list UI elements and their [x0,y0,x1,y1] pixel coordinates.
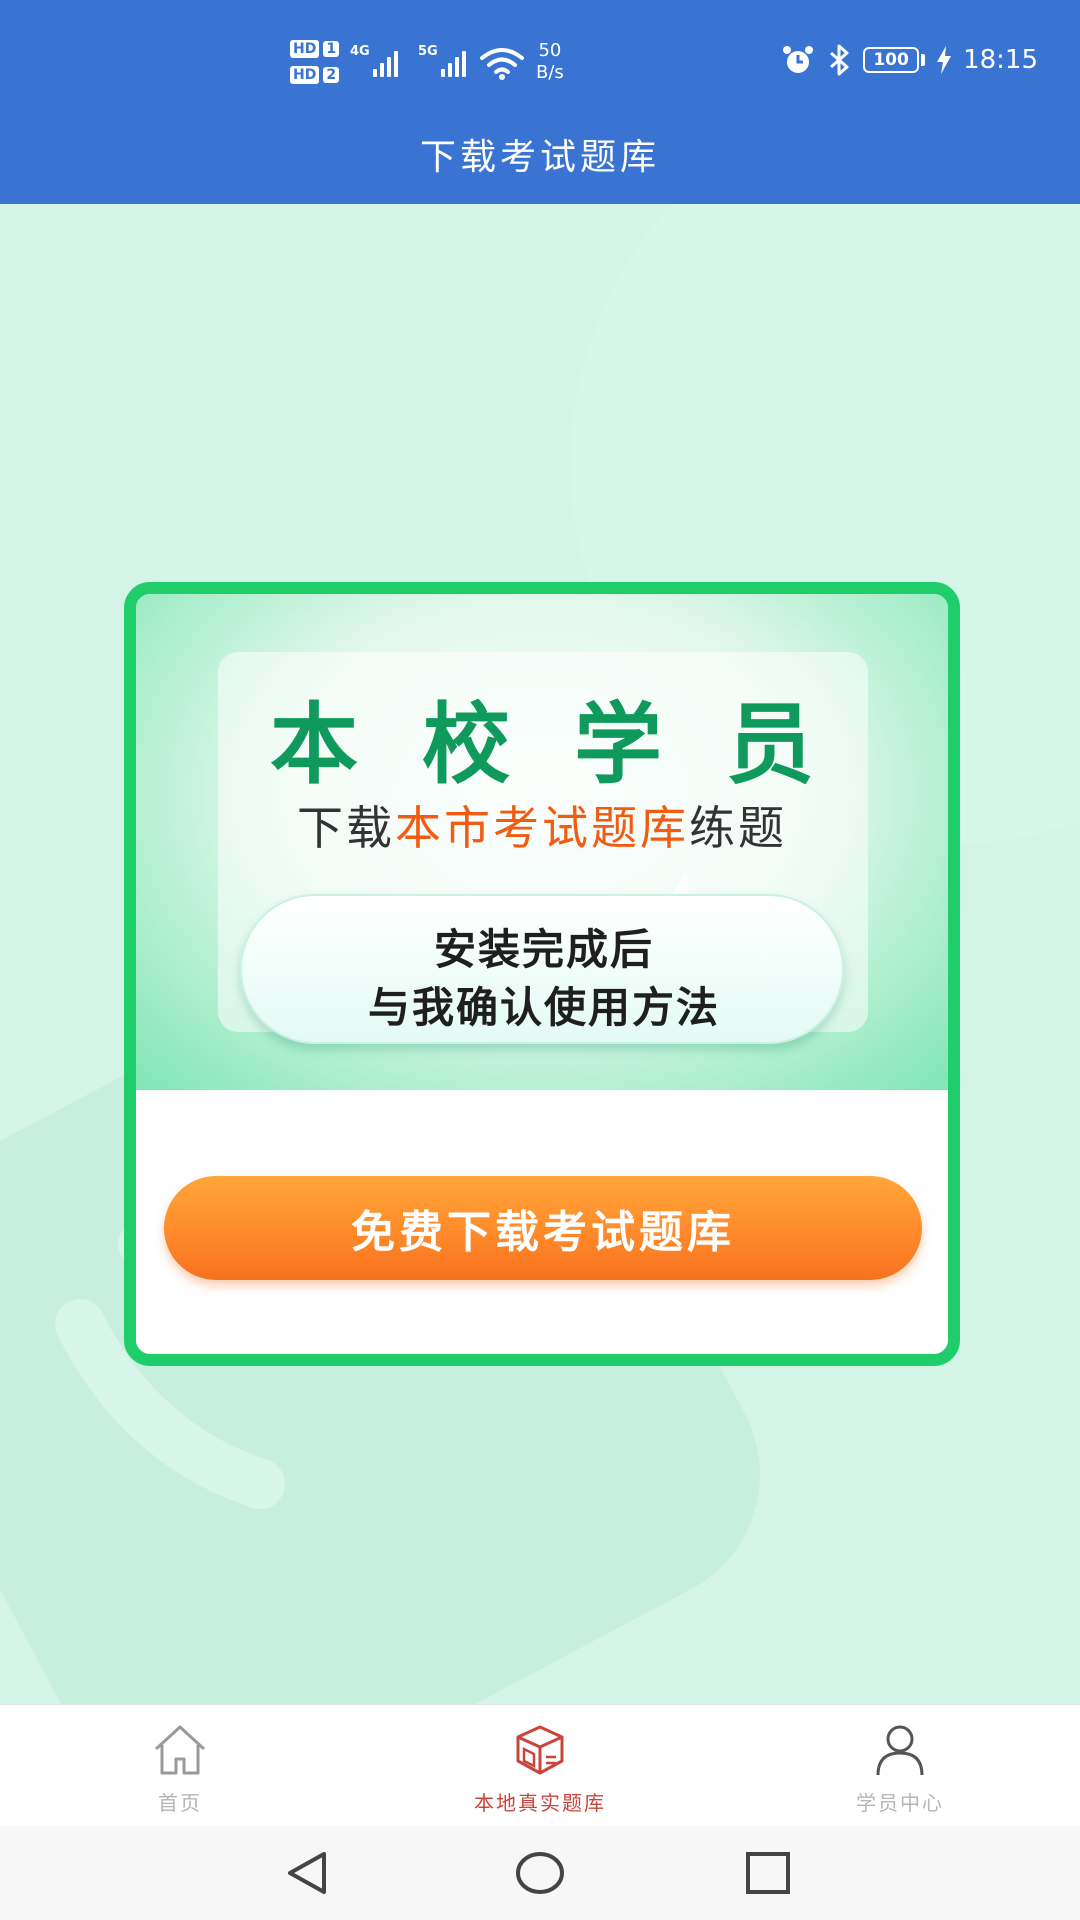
sim-indicators: HD 1 HD 2 [290,40,340,84]
user-icon [876,1725,924,1776]
sim1-indicator: HD 1 [290,40,340,58]
screen: HD 1 HD 2 4G 5G 50 B/s 100 18:15 下载考试题库 … [0,0,1080,1920]
hd-badge: HD [290,66,320,84]
signal-icon: 5G [418,44,466,77]
sim2-indicator: HD 2 [290,66,340,84]
nav-item-student-center[interactable]: 学员中心 [780,1705,1020,1827]
network-type: 5G [418,44,438,59]
nav-item-home[interactable]: 首页 [60,1705,300,1827]
back-icon[interactable] [280,1848,336,1898]
subline-suffix: 练题 [689,801,787,855]
page-title: 下载考试题库 [419,137,660,178]
box-icon [516,1725,564,1775]
recent-apps-icon[interactable] [740,1848,796,1898]
sim-number: 2 [323,67,340,83]
bubble-line-2: 与我确认使用方法 [367,983,720,1032]
free-download-button[interactable]: 免费下载考试题库 [164,1176,922,1280]
promo-subline: 下载本市考试题库练题 [136,792,948,858]
network-speed: 50 B/s [536,40,564,84]
status-bar: HD 1 HD 2 4G 5G 50 B/s 100 18:15 [0,0,1080,130]
nav-item-question-bank[interactable]: 本地真实题库 [420,1705,660,1827]
status-right: 100 18:15 [781,44,1038,76]
battery-level: 100 [863,47,920,73]
bluetooth-icon [830,44,849,76]
alarm-icon [783,46,814,73]
home-circle-icon[interactable] [512,1848,568,1898]
promo-banner: 本校学员 下载本市考试题库练题 安装完成后 与我确认使用方法 [136,594,948,1090]
top-app-bar: HD 1 HD 2 4G 5G 50 B/s 100 18:15 下载考试题库 [0,0,1080,204]
bubble-line-1: 安装完成后 [433,925,654,974]
speed-value: 50 [538,40,562,61]
speech-bubble: 安装完成后 与我确认使用方法 [240,894,844,1044]
subline-highlight: 本市考试题库 [395,801,689,855]
promo-headline: 本校学员 [269,693,878,796]
battery-icon: 100 [863,47,926,73]
network-type: 4G [350,44,370,59]
nav-label: 学员中心 [856,1791,944,1815]
promo-card: 本校学员 下载本市考试题库练题 安装完成后 与我确认使用方法 免费下载考试题库 [124,582,960,1366]
charging-icon [937,46,952,74]
clock: 18:15 [963,45,1038,75]
home-icon [154,1725,206,1775]
sim-number: 1 [323,41,340,57]
subline-prefix: 下载 [297,801,395,855]
nav-label: 首页 [158,1791,202,1815]
wifi-icon [480,48,524,80]
speed-unit: B/s [536,62,564,83]
system-nav-bar [0,1826,1080,1920]
signal-icon: 4G [350,44,398,77]
nav-label: 本地真实题库 [474,1791,606,1815]
bottom-nav: 首页 本地真实题库 学员中心 [0,1704,1080,1826]
hd-badge: HD [290,40,320,58]
